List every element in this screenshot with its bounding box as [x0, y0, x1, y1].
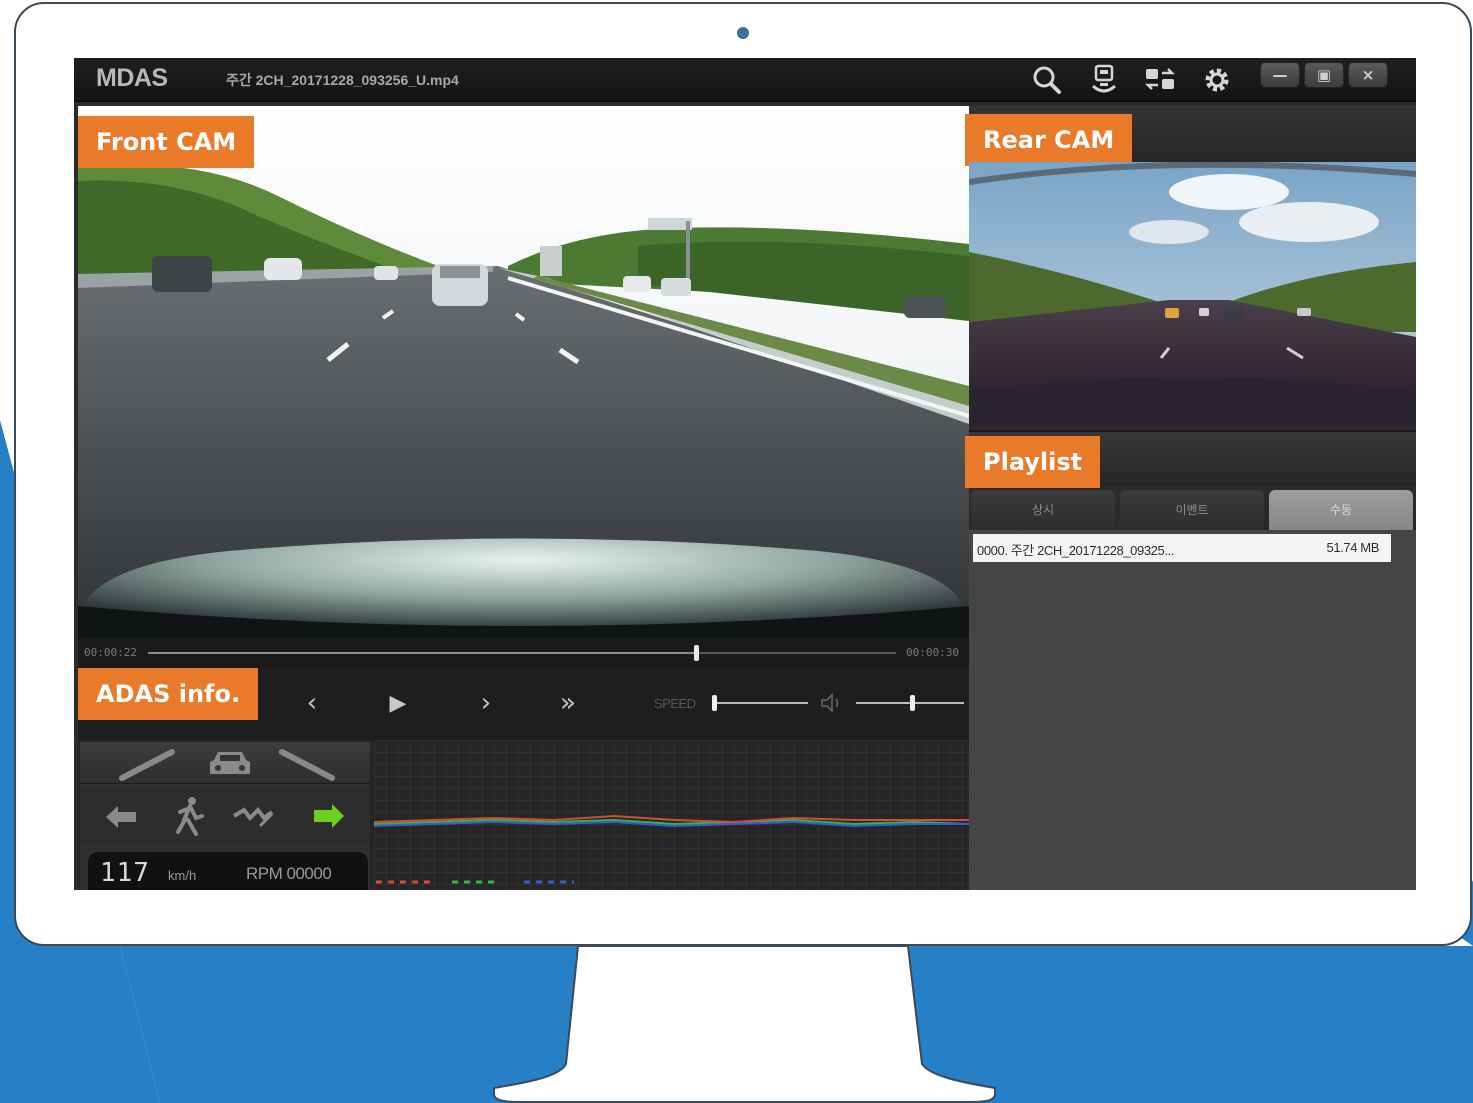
adas-indicators: 117 km/h RPM 00000 — [80, 742, 370, 890]
list-item[interactable]: 0000. 주간 2CH_20171228_09325... 51.74 MB — [973, 534, 1391, 562]
sensor-graph-lines — [373, 814, 970, 884]
file-title: 주간 2CH_20171228_093256_U.mp4 — [226, 72, 459, 88]
volume-icon[interactable] — [820, 692, 846, 718]
fast-forward-button[interactable]: » — [550, 686, 586, 720]
list-item-size: 51.74 MB — [1326, 540, 1380, 555]
seek-thumb[interactable] — [694, 645, 699, 661]
monitor-stand — [493, 946, 996, 1103]
playlist-label: Playlist — [965, 436, 1101, 488]
timeline-bar: 00:00:22 00:00:30 — [78, 638, 969, 668]
adas-info-panel: 117 km/h RPM 00000 — [78, 740, 970, 890]
front-cam-label: Front CAM — [78, 116, 255, 168]
front-camera-view[interactable]: Front CAM — [78, 106, 969, 646]
swap-cameras-icon[interactable] — [1143, 64, 1177, 96]
lane-left-icon — [119, 749, 175, 781]
adas-info-label: ADAS info. — [78, 668, 259, 720]
rear-camera-frame — [969, 162, 1416, 428]
settings-gear-icon[interactable] — [1200, 64, 1234, 96]
total-time: 00:00:30 — [906, 646, 959, 659]
vehicle-icon — [210, 752, 250, 774]
speed-label: SPEED — [654, 696, 696, 711]
pedestrian-icon — [176, 797, 204, 836]
rear-cam-header: Rear CAM — [965, 106, 1416, 166]
app-name: MDAS — [96, 64, 168, 92]
maximize-button[interactable]: ▣ — [1304, 62, 1344, 88]
tab-event[interactable]: 이벤트 — [1120, 490, 1264, 530]
seek-bar[interactable] — [148, 645, 896, 661]
search-icon[interactable] — [1030, 64, 1064, 96]
playlist-list: 0000. 주간 2CH_20171228_09325... 51.74 MB — [969, 530, 1416, 890]
title-bar: MDAS 주간 2CH_20171228_093256_U.mp4 — ▣ × — [74, 58, 1416, 102]
playback-controls: ADAS info. ‹ ▶ › » SPEED — [78, 668, 969, 740]
turn-left-arrow-icon — [106, 806, 136, 828]
seek-fill — [148, 652, 696, 654]
current-time: 00:00:22 — [84, 646, 137, 659]
rpm-value: RPM 00000 — [246, 864, 332, 883]
minimize-button[interactable]: — — [1260, 62, 1300, 88]
close-button[interactable]: × — [1348, 62, 1388, 88]
lane-departure-icon — [232, 806, 274, 828]
rear-camera-view[interactable] — [969, 162, 1416, 428]
sensor-graph — [373, 740, 970, 890]
speed-slider[interactable] — [712, 702, 808, 704]
speed-slider-thumb[interactable] — [712, 695, 717, 711]
rear-cam-label: Rear CAM — [965, 114, 1133, 166]
tab-manual[interactable]: 수동 — [1269, 490, 1413, 530]
adas-lane-row — [80, 742, 370, 784]
front-camera-frame — [78, 106, 969, 646]
play-button[interactable]: ▶ — [380, 686, 416, 720]
next-button[interactable]: › — [468, 686, 504, 720]
speed-unit: km/h — [168, 868, 197, 883]
list-item-name: 0000. 주간 2CH_20171228_09325... — [977, 543, 1174, 558]
webcam-dot — [737, 27, 749, 39]
volume-slider-thumb[interactable] — [910, 695, 915, 711]
playlist-header: Playlist — [965, 430, 1416, 488]
turn-right-arrow-icon — [314, 804, 344, 828]
speed-value: 117 — [100, 858, 150, 888]
lane-right-icon — [279, 749, 335, 781]
prev-button[interactable]: ‹ — [294, 686, 330, 720]
speed-readout: 117 km/h RPM 00000 — [88, 852, 368, 890]
tab-continuous[interactable]: 상시 — [971, 490, 1115, 530]
adas-warning-row — [80, 786, 370, 846]
playlist-tabs: 상시 이벤트 수동 — [969, 488, 1416, 530]
user-download-icon[interactable] — [1087, 64, 1121, 96]
mdas-app-window: MDAS 주간 2CH_20171228_093256_U.mp4 — ▣ × — [74, 58, 1416, 890]
